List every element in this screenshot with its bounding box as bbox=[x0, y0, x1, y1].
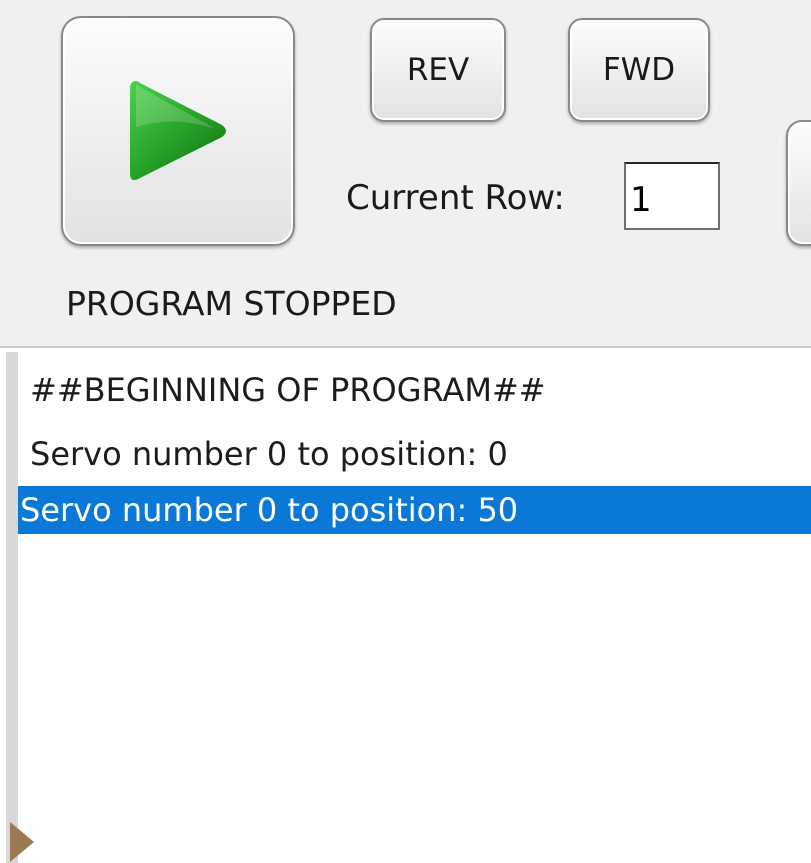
list-item[interactable]: Servo number 0 to position: 0 bbox=[28, 430, 811, 478]
play-button[interactable] bbox=[61, 16, 295, 246]
fwd-button-label: FWD bbox=[602, 52, 676, 88]
control-toolbar: REV FWD Current Row: 1 PROGRAM STOPPED bbox=[0, 0, 811, 348]
current-row-input[interactable]: 1 bbox=[624, 162, 720, 230]
play-icon bbox=[130, 81, 226, 181]
fwd-button[interactable]: FWD bbox=[568, 18, 710, 122]
list-item[interactable]: ##BEGINNING OF PROGRAM## bbox=[28, 366, 811, 414]
expand-arrow-icon[interactable] bbox=[10, 822, 34, 862]
partially-visible-button[interactable] bbox=[786, 120, 811, 246]
program-list[interactable]: ##BEGINNING OF PROGRAM## Servo number 0 … bbox=[6, 352, 811, 822]
rev-button-label: REV bbox=[406, 52, 470, 88]
program-status: PROGRAM STOPPED bbox=[66, 284, 397, 323]
rev-button[interactable]: REV bbox=[370, 18, 506, 122]
program-runner-window: REV FWD Current Row: 1 PROGRAM STOPPED #… bbox=[0, 0, 811, 863]
list-item-selected[interactable]: Servo number 0 to position: 50 bbox=[18, 486, 811, 534]
current-row-label: Current Row: bbox=[346, 178, 565, 218]
